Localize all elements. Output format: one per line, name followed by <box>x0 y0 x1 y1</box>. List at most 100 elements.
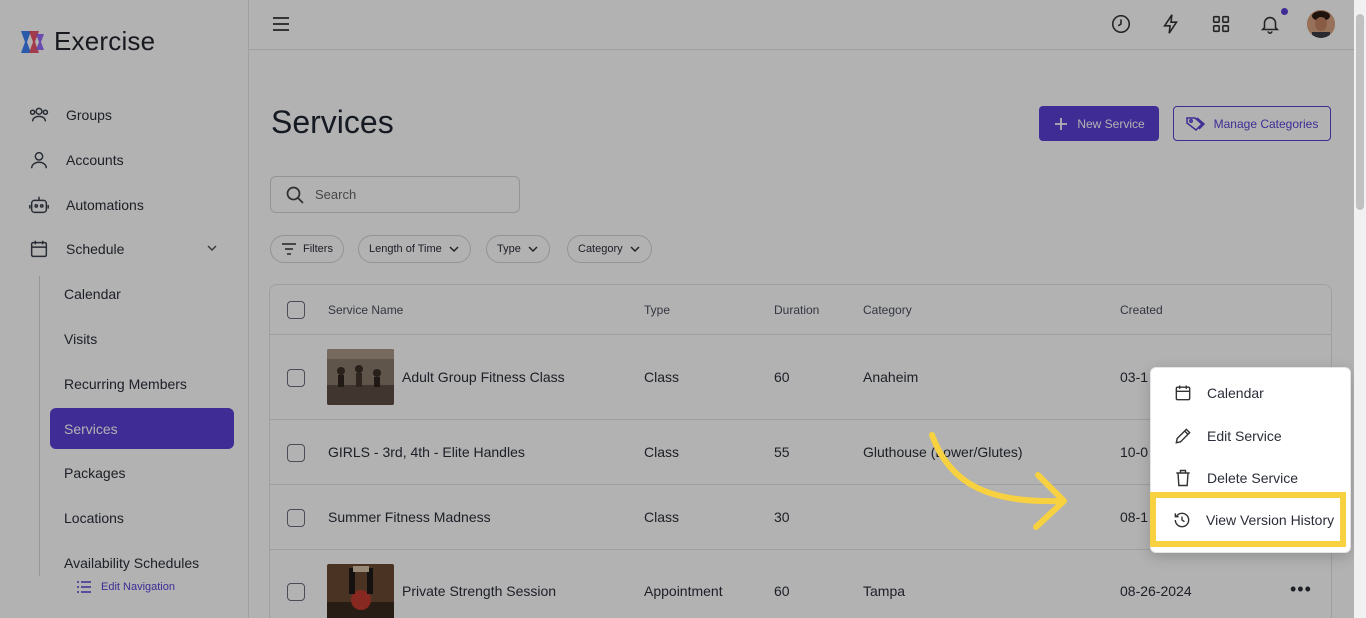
chevron-down-icon <box>630 246 640 253</box>
service-created: 08-1 <box>1120 509 1149 525</box>
lightning-icon[interactable] <box>1160 13 1182 35</box>
sidebar-item-groups[interactable]: Groups <box>28 95 112 135</box>
category-filter[interactable]: Category <box>567 235 652 263</box>
new-service-label: New Service <box>1077 116 1145 131</box>
filter-icon <box>282 243 296 255</box>
service-thumbnail <box>327 564 394 618</box>
service-name[interactable]: Summer Fitness Madness <box>328 509 491 525</box>
page-title: Services <box>271 104 394 140</box>
edit-navigation-link[interactable]: Edit Navigation <box>76 580 175 594</box>
logo-icon <box>21 30 44 53</box>
avatar[interactable] <box>1307 10 1335 38</box>
bell-icon[interactable] <box>1259 13 1281 35</box>
edit-navigation-label: Edit Navigation <box>101 581 175 593</box>
sidebar-item-visits[interactable]: Visits <box>64 319 97 359</box>
service-category: Anaheim <box>863 369 919 385</box>
menu-icon[interactable] <box>271 14 291 34</box>
service-type: Appointment <box>644 583 723 599</box>
sidebar-item-calendar[interactable]: Calendar <box>64 274 121 314</box>
sidebar-item-recurring-members[interactable]: Recurring Members <box>64 364 187 404</box>
filters-button[interactable]: Filters <box>270 235 344 263</box>
service-thumbnail <box>327 349 394 405</box>
sidebar-item-packages[interactable]: Packages <box>64 453 125 493</box>
sidebar-item-accounts[interactable]: Accounts <box>28 140 124 180</box>
search-box[interactable] <box>270 176 520 213</box>
users-icon <box>29 107 49 122</box>
chevron-down-icon <box>528 246 538 253</box>
service-duration: 60 <box>774 369 790 385</box>
robot-icon <box>29 196 49 214</box>
table-row[interactable]: Private Strength Session Appointment 60 … <box>270 550 1331 618</box>
calendar-icon <box>1175 385 1191 401</box>
column-header-duration[interactable]: Duration <box>774 303 819 317</box>
tag-icon <box>1185 116 1205 131</box>
column-header-service-name[interactable]: Service Name <box>328 303 403 317</box>
menu-item-label: Edit Service <box>1207 428 1282 444</box>
service-duration: 60 <box>774 583 790 599</box>
sidebar-item-schedule[interactable]: Schedule <box>28 229 124 269</box>
list-icon <box>77 581 91 593</box>
service-created: 03-1 <box>1120 369 1149 385</box>
sidebar-item-locations[interactable]: Locations <box>64 498 124 538</box>
menu-item-label: View Version History <box>1206 511 1335 528</box>
service-created: 08-26-2024 <box>1120 583 1192 599</box>
menu-item-view-version-history[interactable]: View Version History <box>1150 492 1346 547</box>
sidebar-item-label: Groups <box>66 107 112 123</box>
menu-item-label: Delete Service <box>1207 470 1299 486</box>
select-all-checkbox[interactable] <box>287 301 305 319</box>
sidebar-item-label: Schedule <box>66 241 125 257</box>
row-checkbox[interactable] <box>287 583 305 601</box>
length-of-time-filter[interactable]: Length of Time <box>358 235 471 263</box>
service-name[interactable]: Private Strength Session <box>402 583 556 599</box>
row-checkbox[interactable] <box>287 509 305 527</box>
row-checkbox[interactable] <box>287 369 305 387</box>
sidebar-item-label: Automations <box>66 197 144 213</box>
service-type: Class <box>644 509 680 525</box>
user-icon <box>30 151 48 169</box>
menu-item-edit-service[interactable]: Edit Service <box>1151 416 1350 456</box>
type-label: Type <box>497 243 521 255</box>
table-header: Service Name Type Duration Category Crea… <box>270 285 1331 335</box>
service-type: Class <box>644 369 680 385</box>
service-type: Class <box>644 444 680 460</box>
row-actions-icon[interactable]: ••• <box>1290 579 1312 600</box>
notification-dot <box>1281 8 1288 15</box>
type-filter[interactable]: Type <box>486 235 550 263</box>
sidebar: Exercise Groups Accounts Automations Sch… <box>0 0 249 618</box>
search-icon <box>286 186 304 204</box>
column-header-created[interactable]: Created <box>1120 303 1163 317</box>
history-icon <box>1174 512 1190 527</box>
service-name[interactable]: Adult Group Fitness Class <box>402 369 565 385</box>
new-service-button[interactable]: New Service <box>1039 106 1159 141</box>
service-created: 10-0 <box>1120 444 1149 460</box>
category-label: Category <box>578 243 623 255</box>
manage-categories-button[interactable]: Manage Categories <box>1173 106 1331 141</box>
service-category: Tampa <box>863 583 906 599</box>
sidebar-item-availability-schedules[interactable]: Availability Schedules <box>64 543 199 583</box>
filters-label: Filters <box>303 243 333 255</box>
service-duration: 30 <box>774 509 790 525</box>
column-header-type[interactable]: Type <box>644 303 670 317</box>
brand[interactable]: Exercise <box>18 26 155 57</box>
trash-icon <box>1176 469 1190 487</box>
scrollbar[interactable] <box>1354 0 1366 618</box>
length-of-time-label: Length of Time <box>369 243 442 255</box>
sidebar-item-automations[interactable]: Automations <box>28 185 144 225</box>
scrollbar-thumb[interactable] <box>1356 14 1364 210</box>
brand-name: Exercise <box>54 26 156 56</box>
sidebar-item-services[interactable]: Services <box>50 408 234 449</box>
pencil-icon <box>1175 428 1191 444</box>
column-header-category[interactable]: Category <box>863 303 912 317</box>
service-name[interactable]: GIRLS - 3rd, 4th - Elite Handles <box>328 444 525 460</box>
search-input[interactable] <box>315 187 495 202</box>
chevron-down-icon[interactable] <box>205 241 219 255</box>
service-category: Gluthouse (Lower/Glutes) <box>863 444 1023 460</box>
sidebar-item-label: Accounts <box>66 152 124 168</box>
menu-item-calendar[interactable]: Calendar <box>1151 373 1350 413</box>
calendar-icon <box>30 240 48 258</box>
history-icon[interactable] <box>1110 13 1132 35</box>
grid-icon[interactable] <box>1210 13 1232 35</box>
chevron-down-icon <box>449 246 459 253</box>
manage-categories-label: Manage Categories <box>1213 116 1319 131</box>
row-checkbox[interactable] <box>287 444 305 462</box>
